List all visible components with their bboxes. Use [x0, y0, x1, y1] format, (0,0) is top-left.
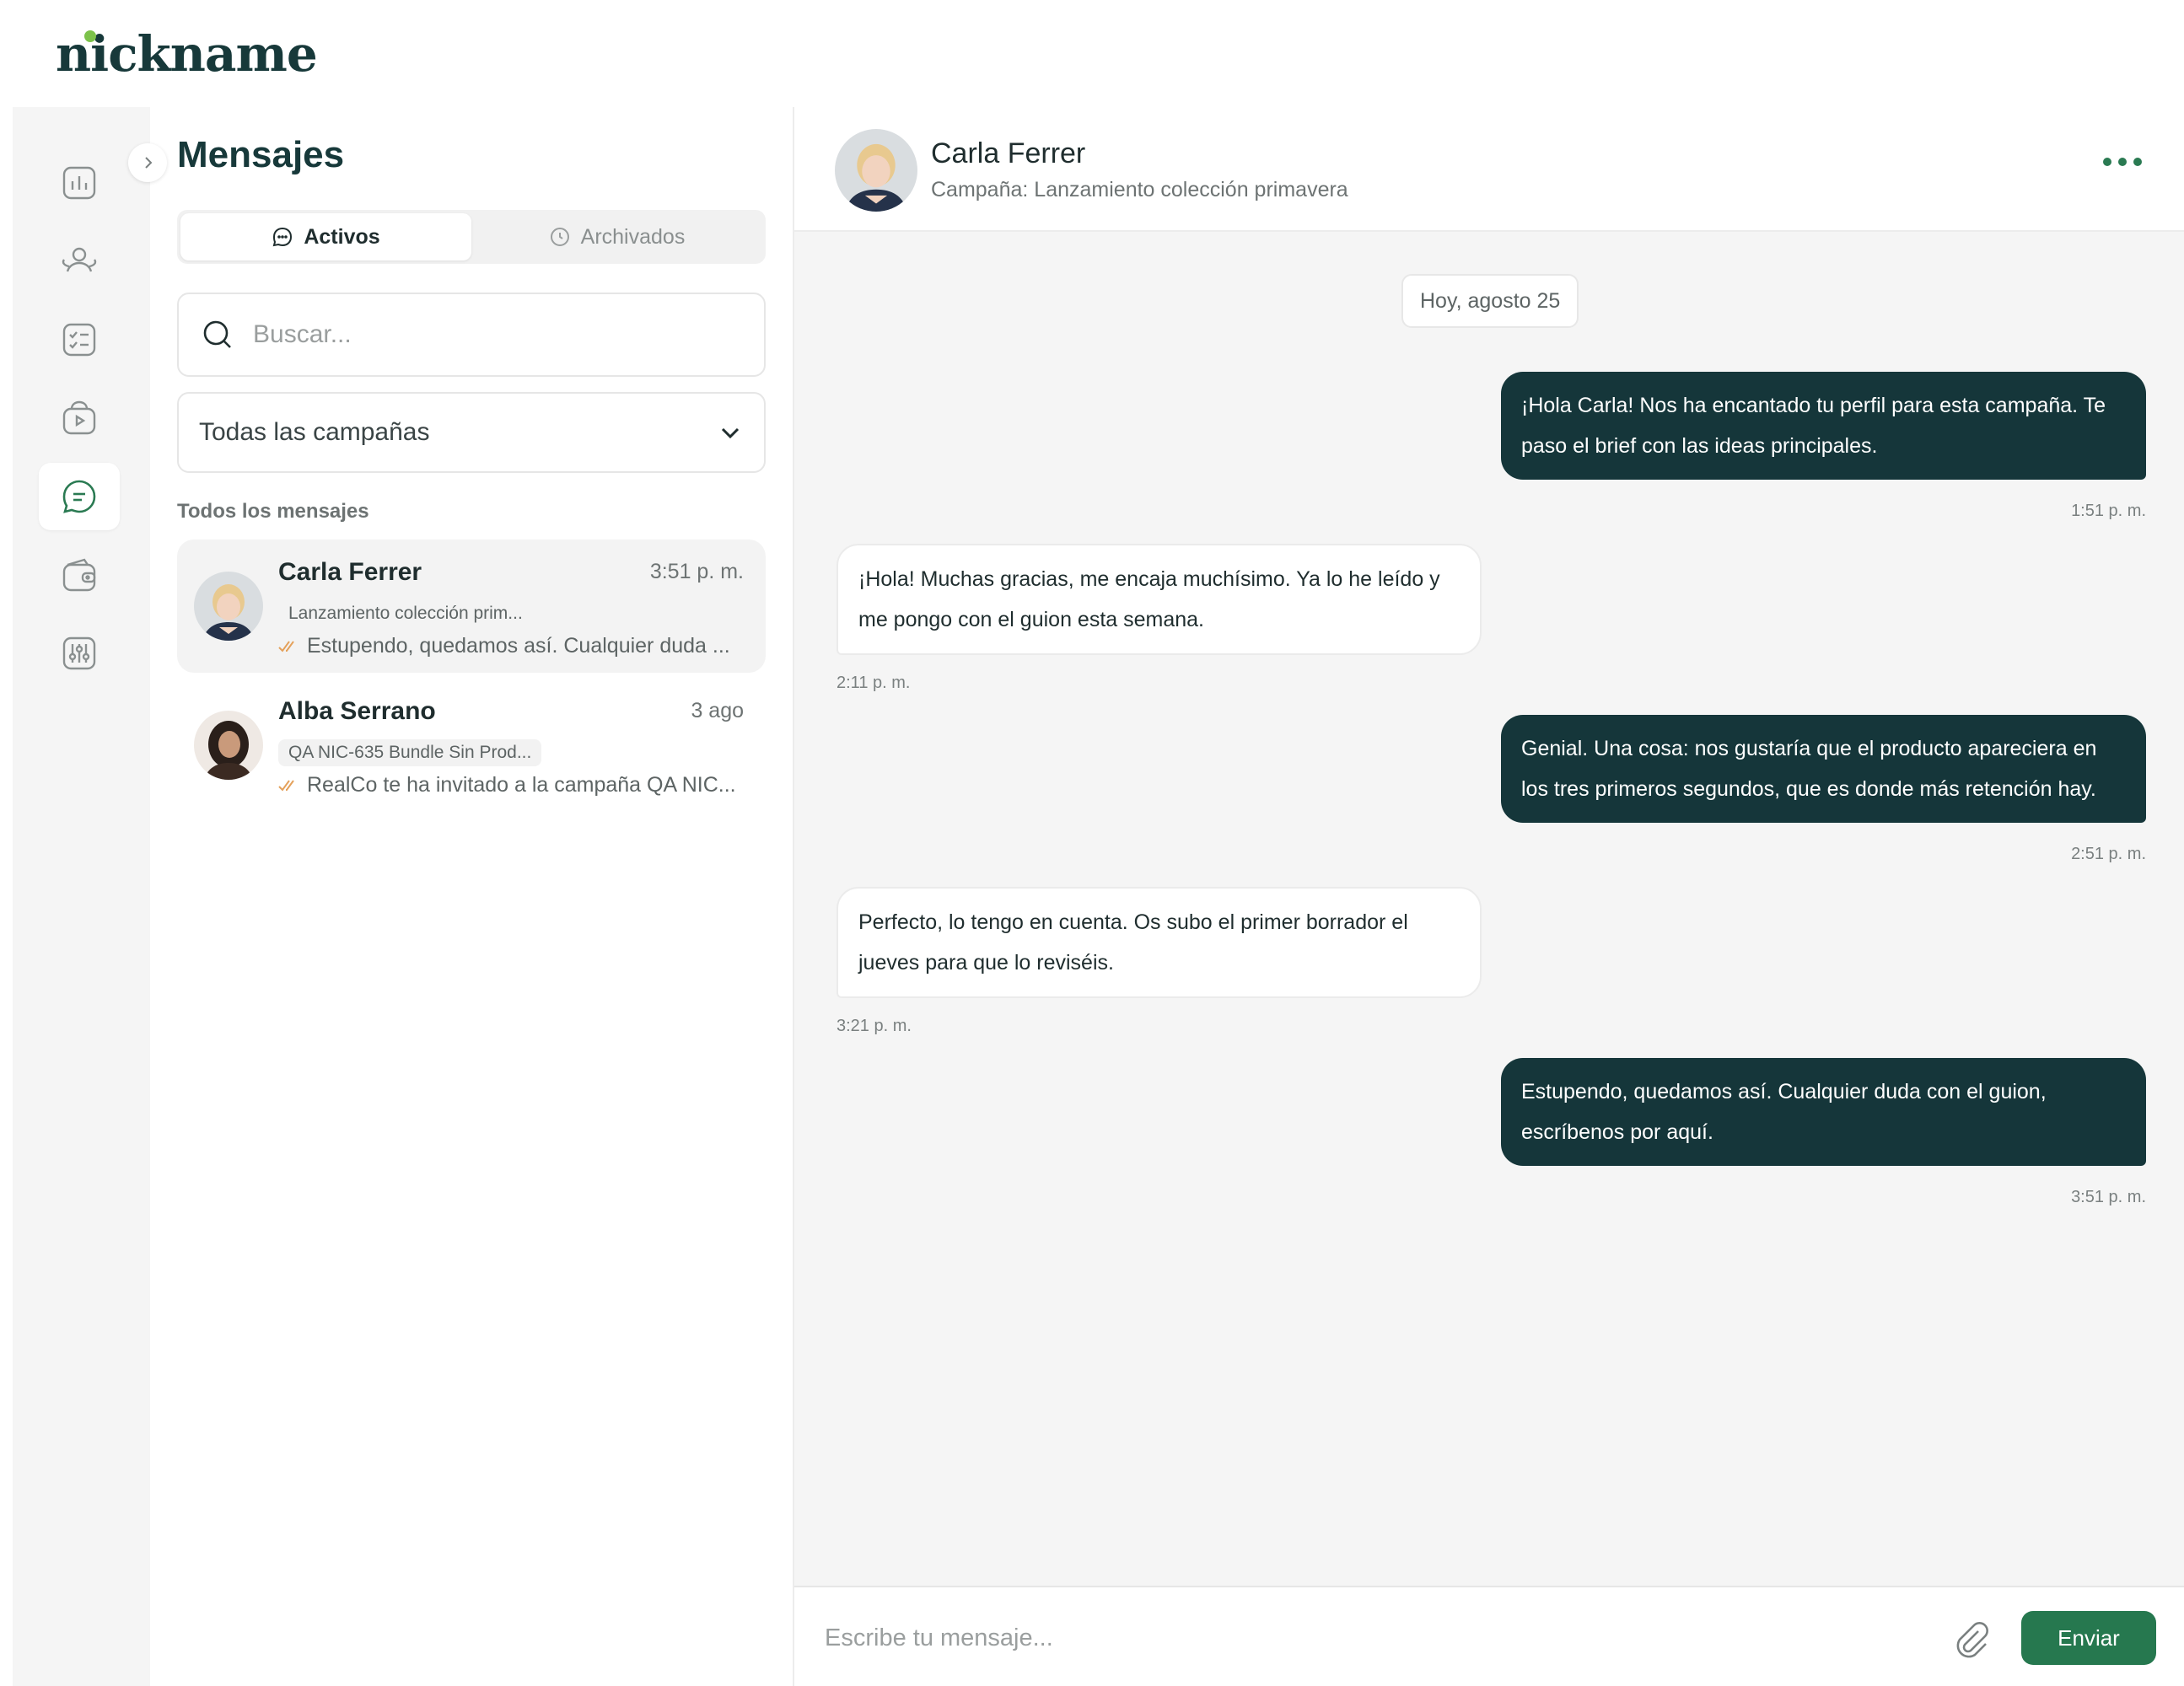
rail-item-creators[interactable]: [39, 228, 120, 295]
campaign-tag: Lanzamiento colección prim...: [288, 604, 523, 623]
message-bubble-outgoing: ¡Hola Carla! Nos ha encantado tu perfil …: [1501, 372, 2146, 480]
top-bar: nickname: [0, 0, 2184, 106]
rail-item-wallet[interactable]: [39, 541, 120, 609]
conversation-item[interactable]: Carla Ferrer 3:51 p. m. Lanzamiento cole…: [177, 540, 766, 673]
rail-item-content[interactable]: [39, 384, 120, 452]
status-tabs: Activos Archivados: [177, 210, 766, 264]
tab-archivados-label: Archivados: [580, 224, 686, 249]
users-icon: [62, 247, 97, 272]
clock-icon: [550, 228, 569, 246]
message-bubble-outgoing: Estupendo, quedamos así. Cualquier duda …: [1501, 1058, 2146, 1166]
send-button[interactable]: Enviar: [2021, 1611, 2156, 1665]
rail-item-settings[interactable]: [39, 620, 120, 687]
message-bubble-incoming: Perfecto, lo tengo en cuenta. Os subo el…: [836, 887, 1482, 998]
message-time: 1:51 p. m.: [2071, 502, 2146, 520]
conversation-time: 3:51 p. m.: [649, 560, 744, 583]
chat-campaign-name: Campaña: Lanzamiento colección primavera: [931, 178, 1348, 201]
search-input[interactable]: [251, 319, 724, 350]
wallet-icon: [62, 558, 96, 592]
sliders-icon: [62, 636, 96, 670]
chat-bubble-icon: [272, 227, 293, 247]
paperclip-icon[interactable]: [1950, 1618, 1992, 1660]
contact-name: Alba Serrano: [278, 697, 436, 725]
avatar[interactable]: [835, 129, 917, 212]
message-time: 2:51 p. m.: [2071, 845, 2146, 863]
search-icon: [203, 320, 231, 348]
message-composer: Enviar: [794, 1586, 2184, 1686]
preview-text: Estupendo, quedamos así. Cualquier duda …: [307, 634, 730, 658]
message-preview: Estupendo, quedamos así. Cualquier duda …: [278, 634, 750, 658]
message-preview: RealCo te ha invitado a la campaña QA NI…: [278, 773, 750, 797]
section-label: Todos los mensajes: [177, 500, 369, 523]
message-time: 3:21 p. m.: [836, 1017, 912, 1035]
chat-icon: [62, 480, 96, 513]
analytics-icon: [62, 166, 96, 200]
chevron-right-icon: [145, 157, 153, 169]
nickname-logo[interactable]: nickname: [56, 25, 318, 83]
conversation-item[interactable]: Alba Serrano 3 ago QA NIC-635 Bundle Sin…: [177, 679, 766, 812]
avatar: [194, 572, 263, 641]
double-check-icon: [278, 640, 294, 652]
tab-archivados[interactable]: Archivados: [471, 213, 762, 260]
preview-text: RealCo te ha invitado a la campaña QA NI…: [307, 773, 736, 797]
more-dot: [2133, 158, 2142, 166]
chevron-down-icon: [721, 427, 740, 439]
more-dot: [2103, 158, 2111, 166]
date-separator: Hoy, agosto 25: [1401, 274, 1579, 328]
contact-name: Carla Ferrer: [278, 558, 422, 586]
tab-activos-label: Activos: [304, 224, 380, 249]
rail-item-tasks[interactable]: [39, 306, 120, 373]
avatar: [194, 711, 263, 780]
message-bubble-incoming: ¡Hola! Muchas gracias, me encaja muchísi…: [836, 544, 1482, 655]
tab-activos[interactable]: Activos: [180, 213, 471, 260]
rail-item-messages[interactable]: [39, 463, 120, 530]
icon-rail: [13, 107, 150, 1686]
message-time: 2:11 p. m.: [836, 674, 911, 692]
conversations-panel: Mensajes Activos Archivados Todas las ca…: [150, 107, 794, 1686]
conversation-time: 3 ago: [691, 699, 744, 722]
expand-sidebar-button[interactable]: [128, 143, 167, 182]
page-title: Mensajes: [177, 134, 345, 175]
logo-dot: [84, 30, 96, 42]
message-input[interactable]: [823, 1613, 1885, 1663]
checklist-icon: [62, 323, 96, 357]
chat-panel: Carla Ferrer Campaña: Lanzamiento colecc…: [794, 107, 2184, 1686]
chat-contact-name: Carla Ferrer: [931, 137, 1086, 169]
more-options-button[interactable]: [2103, 158, 2142, 166]
search-box: [177, 293, 766, 377]
message-time: 3:51 p. m.: [2071, 1188, 2146, 1206]
rail-item-analytics[interactable]: [39, 149, 120, 217]
campaign-filter-value: Todas las campañas: [199, 418, 430, 446]
chat-header: Carla Ferrer Campaña: Lanzamiento colecc…: [794, 107, 2184, 232]
double-check-icon: [278, 779, 294, 792]
video-bag-icon: [62, 400, 96, 435]
campaign-tag: QA NIC-635 Bundle Sin Prod...: [278, 739, 542, 766]
campaign-filter-select[interactable]: Todas las campañas: [177, 392, 766, 473]
message-bubble-outgoing: Genial. Una cosa: nos gustaría que el pr…: [1501, 715, 2146, 823]
more-dot: [2118, 158, 2127, 166]
